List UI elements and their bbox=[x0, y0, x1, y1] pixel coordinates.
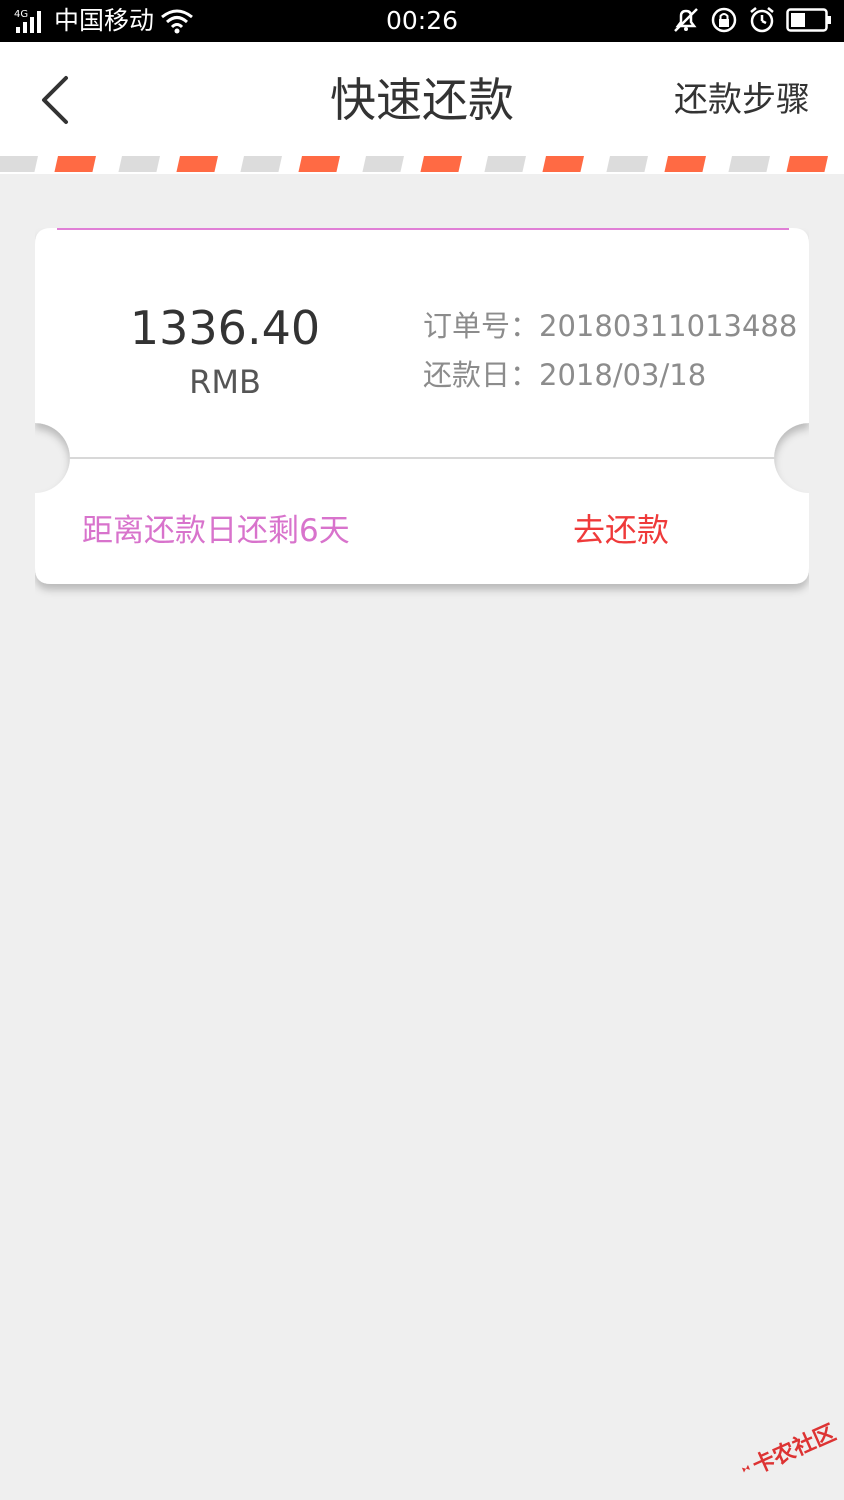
alarm-icon bbox=[750, 7, 774, 33]
nav-bar: 快速还款 还款步骤 bbox=[0, 42, 844, 156]
rotation-lock-icon bbox=[711, 7, 737, 33]
repayment-steps-link[interactable]: 还款步骤 bbox=[674, 78, 810, 122]
order-number-row: 订单号：20180311013488 bbox=[423, 308, 797, 344]
loan-ticket-card: 1336.40 RMB 订单号：20180311013488 还款日：2018/… bbox=[35, 228, 809, 584]
due-date-value: 2018/03/18 bbox=[539, 358, 707, 392]
status-right bbox=[672, 6, 832, 34]
striped-divider bbox=[0, 156, 844, 174]
due-date-label: 还款日： bbox=[423, 358, 540, 392]
order-number-label: 订单号： bbox=[423, 309, 540, 343]
due-date-row: 还款日：2018/03/18 bbox=[423, 357, 706, 393]
loan-amount: 1336.40 bbox=[129, 301, 321, 355]
watermark: 卡农社区 bbox=[730, 1402, 844, 1497]
watermark-text: 卡农社区 bbox=[749, 1420, 840, 1480]
mute-icon bbox=[674, 8, 698, 32]
battery-icon bbox=[786, 8, 831, 32]
status-bar: 4G 中国移动 00:26 bbox=[0, 0, 844, 42]
currency-label: RMB bbox=[189, 363, 261, 401]
days-remaining-text: 距离还款日还剩6天 bbox=[82, 513, 350, 549]
order-number-value: 20180311013488 bbox=[539, 309, 798, 343]
go-repay-button[interactable]: 去还款 bbox=[541, 507, 701, 553]
